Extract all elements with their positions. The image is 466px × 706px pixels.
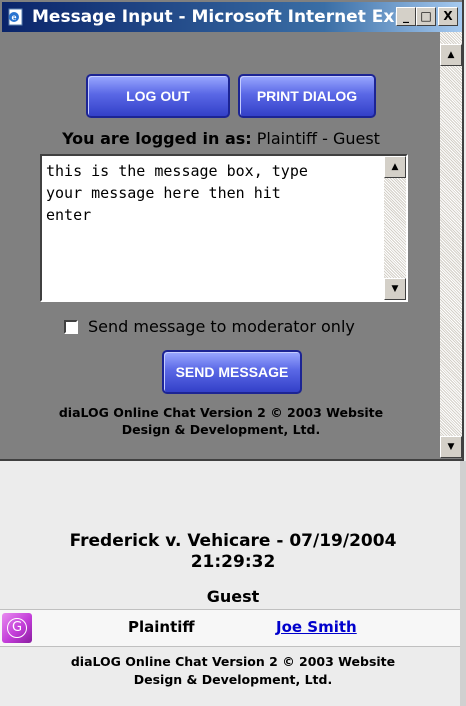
title-bar[interactable]: e Message Input - Microsoft Internet Exp… xyxy=(2,2,462,32)
message-input-window: e Message Input - Microsoft Internet Exp… xyxy=(0,0,464,461)
page-footer-line1: diaLOG Online Chat Version 2 © 2003 Webs… xyxy=(70,654,396,669)
maximize-button[interactable]: □ xyxy=(416,7,436,26)
scroll-up-icon[interactable]: ▲ xyxy=(384,156,406,178)
logged-in-status: You are logged in as: Plaintiff - Guest xyxy=(2,129,440,148)
scroll-down-icon[interactable]: ▼ xyxy=(440,436,462,458)
participant-role: Plaintiff xyxy=(128,618,195,636)
message-input-panel: LOG OUT PRINT DIALOG You are logged in a… xyxy=(2,32,440,458)
log-out-button[interactable]: LOG OUT xyxy=(86,74,230,118)
message-textarea[interactable]: this is the message box, type your messa… xyxy=(40,154,408,302)
scroll-down-icon[interactable]: ▼ xyxy=(384,278,406,300)
moderator-only-checkbox[interactable] xyxy=(64,320,78,334)
moderator-only-option[interactable]: Send message to moderator only xyxy=(64,317,355,336)
logged-in-label: You are logged in as: xyxy=(62,129,252,148)
page-scrollbar[interactable] xyxy=(460,461,466,706)
case-heading: Frederick v. Vehicare - 07/19/2004 21:29… xyxy=(0,531,466,573)
footer-credit-line2: Design & Development, Ltd. xyxy=(121,422,321,437)
moderator-only-label: Send message to moderator only xyxy=(88,317,355,336)
message-scrollbar[interactable]: ▲ ▼ xyxy=(384,156,406,300)
minimize-button[interactable]: _ xyxy=(396,7,416,26)
print-dialog-button[interactable]: PRINT DIALOG xyxy=(238,74,376,118)
guest-avatar-icon: G xyxy=(2,613,32,643)
case-title: Frederick v. Vehicare - 07/19/2004 xyxy=(69,531,397,551)
send-message-button[interactable]: SEND MESSAGE xyxy=(162,350,302,394)
window-title: Message Input - Microsoft Internet Exp..… xyxy=(32,7,426,27)
svg-text:e: e xyxy=(11,12,16,22)
case-time: 21:29:32 xyxy=(190,552,276,572)
chat-status-page: Frederick v. Vehicare - 07/19/2004 21:29… xyxy=(0,461,466,706)
participant-name-link[interactable]: Joe Smith xyxy=(276,618,357,636)
participant-row: G Plaintiff Joe Smith xyxy=(0,609,460,647)
scroll-up-icon[interactable]: ▲ xyxy=(440,44,462,66)
ie-page-icon: e xyxy=(8,8,23,26)
footer-credit-line1: diaLOG Online Chat Version 2 © 2003 Webs… xyxy=(58,405,384,420)
avatar-letter: G xyxy=(7,618,27,638)
group-label: Guest xyxy=(206,587,260,606)
message-text: this is the message box, type your messa… xyxy=(46,162,308,224)
page-footer-line2: Design & Development, Ltd. xyxy=(133,672,333,687)
close-button[interactable]: X xyxy=(438,7,458,26)
logged-in-user: Plaintiff - Guest xyxy=(256,129,380,148)
window-scrollbar[interactable]: ▲ ▼ xyxy=(440,32,462,458)
